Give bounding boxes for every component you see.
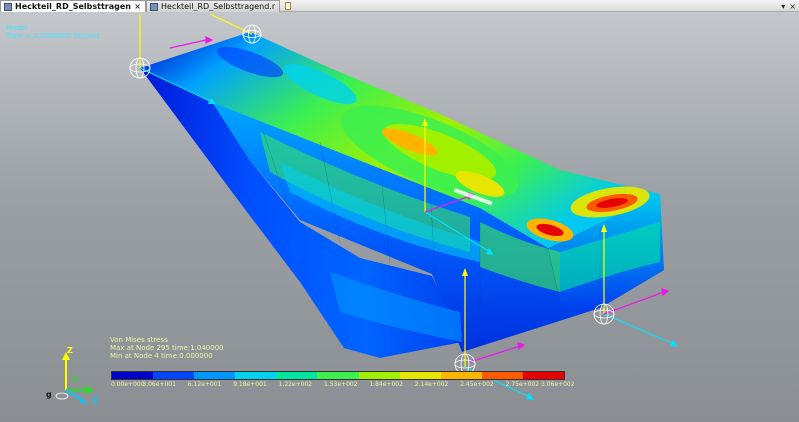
colorbar-swatch: [481, 372, 523, 379]
colorbar-tick-label: 0.00e+000: [111, 381, 145, 388]
close-window-icon[interactable]: ×: [789, 2, 796, 11]
application-window: Heckteil_RD_Selbsttragend.r... × Hecktei…: [0, 0, 799, 422]
document-tab-bar: Heckteil_RD_Selbsttragend.r... × Hecktei…: [0, 0, 799, 12]
colorbar-tick-label: 2.14e+002: [414, 381, 449, 388]
legend-title: Von Mises stress: [110, 336, 168, 344]
triad-g-label: g: [46, 390, 52, 399]
document-icon: [150, 2, 158, 11]
colorbar-tick-labels: 0.00e+000 3.06e+001 6.12e+001 9.18e+001 1.22…: [111, 381, 575, 391]
colorbar-swatch: [194, 372, 236, 379]
tab-list-dropdown-icon[interactable]: ▾: [781, 2, 785, 11]
model-label: Model: [6, 24, 28, 32]
colorbar-tick-label: 9.18e+001: [233, 381, 267, 388]
legend-min: Min at Node 4 time:0.000000: [110, 352, 213, 360]
stress-contour-model[interactable]: [0, 12, 799, 422]
tab-label: Heckteil_RD_Selbsttragend.r...: [15, 2, 131, 11]
colorbar-tick-label: 2.45e+002: [460, 381, 494, 388]
tab-heckteil-rdyn[interactable]: Heckteil_RD_Selbsttragend.rdyn: [146, 0, 280, 12]
colorbar-tick-label: 3.06e+002: [541, 381, 575, 388]
colorbar-swatch: [112, 372, 154, 379]
document-icon: [4, 2, 12, 11]
colorbar-swatch: [235, 372, 277, 379]
close-tab-icon[interactable]: ×: [134, 2, 141, 11]
colorbar-swatch: [317, 372, 359, 379]
triad-x-label: X: [92, 396, 99, 405]
colorbar-tick-label: 1.84e+002: [369, 381, 403, 388]
legend-max: Max at Node 295 time:1.040000: [110, 344, 224, 352]
simulation-time: Time = 2.0000000 Second: [6, 32, 100, 40]
new-document-tab-icon[interactable]: [283, 1, 293, 11]
window-controls: ▾ ×: [781, 0, 796, 12]
colorbar-swatch: [153, 372, 195, 379]
colorbar-swatch: [358, 372, 400, 379]
colorbar-swatch: [399, 372, 441, 379]
colorbar-tick-label: 1.53e+002: [324, 381, 358, 388]
triad-y-label: Y: [72, 376, 78, 385]
colorbar-tick-label: 3.06e+001: [142, 381, 176, 388]
tab-label: Heckteil_RD_Selbsttragend.rdyn: [161, 2, 275, 11]
contour-colorbar: [111, 371, 565, 380]
contour-legend-text: Von Mises stress Max at Node 295 time:1.…: [110, 336, 224, 360]
colorbar-swatch: [276, 372, 318, 379]
global-axis-triad: Z Y X g: [44, 346, 104, 408]
3d-viewport[interactable]: Model Time = 2.0000000 Second Von Mises …: [0, 12, 799, 422]
colorbar-tick-label: 1.22e+002: [278, 381, 313, 388]
colorbar-tick-label: 2.75e+002: [505, 381, 540, 388]
colorbar-swatch: [522, 372, 565, 379]
triad-z-label: Z: [67, 346, 73, 355]
colorbar-swatch: [440, 372, 482, 379]
colorbar-tick-label: 6.12e+001: [187, 381, 222, 388]
viewport-hud: Model Time = 2.0000000 Second: [6, 24, 99, 40]
tab-heckteil-result[interactable]: Heckteil_RD_Selbsttragend.r... ×: [0, 0, 146, 12]
